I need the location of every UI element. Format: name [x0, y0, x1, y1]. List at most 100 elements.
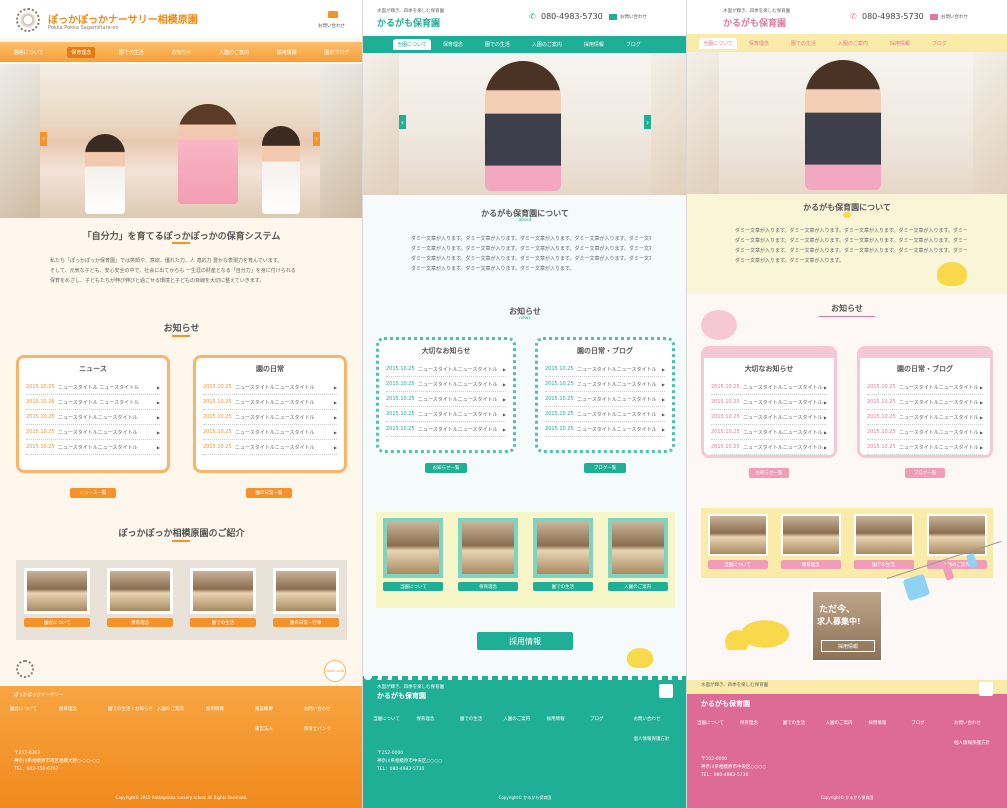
gallery-item[interactable]: 当園について	[383, 518, 444, 608]
gallery-button[interactable]: 保育理念	[458, 582, 519, 591]
gallery-button[interactable]: 保育理念	[107, 618, 174, 627]
news-row[interactable]: 2015.10.25 ニュースタイトルニュースタイトル ▶	[203, 425, 337, 440]
gallery-item[interactable]: 保育理念	[107, 568, 174, 640]
slider-prev-icon[interactable]: ‹	[399, 115, 406, 130]
slider-next-icon[interactable]: ›	[644, 115, 651, 130]
nav-item[interactable]: 入園のご案内	[828, 38, 878, 49]
footer-link[interactable]: 園での生活 / お知らせ	[108, 706, 157, 712]
gallery-button[interactable]: 園での生活	[532, 582, 593, 591]
site1-hero-slider[interactable]: ‹ ›	[0, 64, 363, 218]
footer-link[interactable]: 入園のご案内	[503, 716, 546, 722]
site2-hero-slider[interactable]: ‹ ›	[363, 53, 687, 195]
news-list-button[interactable]: ニュース一覧	[70, 488, 116, 498]
news-row[interactable]: 2015.10.25 ニュースタイトルニュースタイトル ▶	[545, 362, 665, 377]
news-list-button[interactable]: お知らせ一覧	[749, 468, 789, 478]
footer-link[interactable]: 園舎について	[10, 706, 59, 712]
site1-logo-icon[interactable]	[16, 8, 40, 32]
news-row[interactable]: 2015.10.25 ニュースタイトルニュースタイトル ▶	[545, 407, 665, 422]
news-row[interactable]: 2015.10.25 ニュースタイトルニュースタイトル ▶	[386, 392, 506, 407]
nav-item[interactable]: 保育理念	[67, 46, 96, 58]
gallery-button[interactable]: 園での生活	[853, 560, 914, 569]
nav-item[interactable]: 園での生活	[781, 38, 826, 49]
news-row[interactable]: 2015.10.25 ニュースタイトル ニュースタイトル ▶	[26, 395, 160, 410]
footer-link[interactable]: ブログ	[911, 720, 954, 726]
site2-contact-link[interactable]: お問い合わせ	[620, 14, 647, 20]
news-row[interactable]: 2015.10.25 ニュースタイトルニュースタイトル ▶	[386, 407, 506, 422]
news-row[interactable]: 2015.10.25 ニュースタイトルニュースタイトル ▶	[26, 440, 160, 455]
news-row[interactable]: 2015.10.25 ニュースタイトルニュースタイトル ▶	[203, 410, 337, 425]
footer-link[interactable]: 施設概要	[255, 706, 304, 712]
news-row[interactable]: 2015.10.25 ニュースタイトルニュースタイトル ▶	[203, 395, 337, 410]
news-row[interactable]: 2015.10.25 ニュースタイトルニュースタイトル ▶	[867, 425, 983, 440]
gallery-item[interactable]: 園舎について	[24, 568, 91, 640]
site3-tel[interactable]: 080-4983-5730	[862, 12, 924, 21]
footer-link[interactable]: 採用情報	[547, 716, 590, 722]
footer-link[interactable]: お問い合わせ	[304, 706, 353, 712]
nav-item[interactable]: 当園について	[393, 39, 431, 50]
site3-hero-slider[interactable]	[687, 52, 1007, 194]
footer-link[interactable]: 園での生活	[783, 720, 826, 726]
nav-item[interactable]: 採用情報	[574, 39, 614, 50]
news-row[interactable]: 2015.10.25 ニュースタイトルニュースタイトル ▶	[26, 410, 160, 425]
footer-link[interactable]: 入園のご案内	[825, 720, 868, 726]
nav-item[interactable]: 保育理念	[739, 38, 779, 49]
footer-link[interactable]: 当園について	[373, 716, 416, 722]
gallery-button[interactable]: 入園のご案内	[607, 582, 668, 591]
gallery-item[interactable]: 園での生活	[853, 514, 914, 578]
news-row[interactable]: 2015.10.25 ニュースタイトルニュースタイトル ▶	[386, 422, 506, 437]
footer-link[interactable]: 保育理念	[416, 716, 459, 722]
gallery-item[interactable]: 保育理念	[458, 518, 519, 608]
footer-link[interactable]: 保育理念	[59, 706, 108, 712]
footer-link[interactable]: 個人情報保護方針	[954, 740, 997, 746]
site1-site-name[interactable]: ぽっかぽっかナーサリー相模原園	[48, 11, 198, 26]
gallery-button[interactable]: 園舎について	[24, 618, 91, 627]
news-row[interactable]: 2015.10.25 ニュースタイトルニュースタイトル ▶	[867, 380, 983, 395]
nav-item[interactable]: 保育理念	[433, 39, 473, 50]
gallery-button[interactable]: 当園について	[707, 560, 768, 569]
footer-link[interactable]: 入園のご案内	[157, 706, 206, 712]
gallery-button[interactable]: 保育理念	[780, 560, 841, 569]
site1-contact-link[interactable]: お問い合わせ	[318, 23, 345, 29]
news-row[interactable]: 2015.10.25 ニュースタイトルニュースタイトル ▶	[711, 380, 827, 395]
footer-link[interactable]: ブログ	[590, 716, 633, 722]
gallery-button[interactable]: 当園について	[383, 582, 444, 591]
footer-link[interactable]: お問い合わせ	[954, 720, 997, 726]
nav-item[interactable]: 当園について	[699, 37, 737, 49]
footer-link[interactable]: 当園について	[697, 720, 740, 726]
gallery-button[interactable]: 園の日常・行事	[272, 618, 339, 627]
news-list-button[interactable]: お知らせ一覧	[425, 463, 467, 473]
nav-item[interactable]: 入園のご案内	[215, 47, 253, 58]
news-row[interactable]: 2015.10.25 ニュースタイトルニュースタイトル ▶	[545, 392, 665, 407]
site3-site-name[interactable]: かるがも保育園	[723, 16, 786, 29]
gallery-item[interactable]: 園での生活	[189, 568, 256, 640]
footer-home-icon[interactable]	[659, 684, 673, 698]
nav-item[interactable]: ブログ	[922, 38, 957, 49]
footer-home-icon[interactable]	[979, 682, 993, 696]
daily-list-button[interactable]: 園の日常一覧	[246, 488, 292, 498]
site2-site-name[interactable]: かるがも保育園	[377, 16, 440, 29]
mail-icon[interactable]	[328, 11, 338, 18]
slider-next-icon[interactable]: ›	[313, 131, 320, 146]
news-row[interactable]: 2015.10.25 ニュースタイトルニュースタイトル ▶	[545, 377, 665, 392]
recruit-button[interactable]: 採用情報	[477, 632, 573, 650]
news-row[interactable]: 2015.10.25 ニュースタイトルニュースタイトル ▶	[867, 395, 983, 410]
news-row[interactable]: 2015.10.25 ニュースタイトルニュースタイトル ▶	[203, 440, 337, 455]
footer-link[interactable]: 園での生活	[460, 716, 503, 722]
footer-link[interactable]: 運営法人	[255, 726, 304, 732]
news-row[interactable]: 2015.10.25 ニュースタイトルニュースタイトル ▶	[711, 395, 827, 410]
footer-link[interactable]: 保育士バンク	[304, 726, 353, 732]
recruit-button[interactable]: 採用情報	[821, 640, 875, 652]
recruit-banner[interactable]: ただ今、 求人募集中! 採用情報	[811, 590, 883, 662]
footer-link[interactable]: お問い合わせ	[633, 716, 676, 722]
gallery-item[interactable]: 保育理念	[780, 514, 841, 578]
nav-item[interactable]: 採用情報	[880, 38, 920, 49]
nav-item[interactable]: 入園のご案内	[522, 39, 572, 50]
news-row[interactable]: 2015.10.25 ニュースタイトルニュースタイトル ▶	[26, 425, 160, 440]
nav-item[interactable]: 園日ブログ	[320, 47, 353, 58]
news-row[interactable]: 2015.10.25 ニュースタイトルニュースタイトル ▶	[386, 362, 506, 377]
nav-item[interactable]: 園での生活	[475, 39, 520, 50]
gallery-item[interactable]: 園での生活	[532, 518, 593, 608]
nav-item[interactable]: 採用情報	[273, 47, 301, 58]
news-row[interactable]: 2015.10.25 ニュースタイトルニュースタイトル ▶	[545, 422, 665, 437]
blog-list-button[interactable]: ブログ一覧	[584, 463, 626, 473]
